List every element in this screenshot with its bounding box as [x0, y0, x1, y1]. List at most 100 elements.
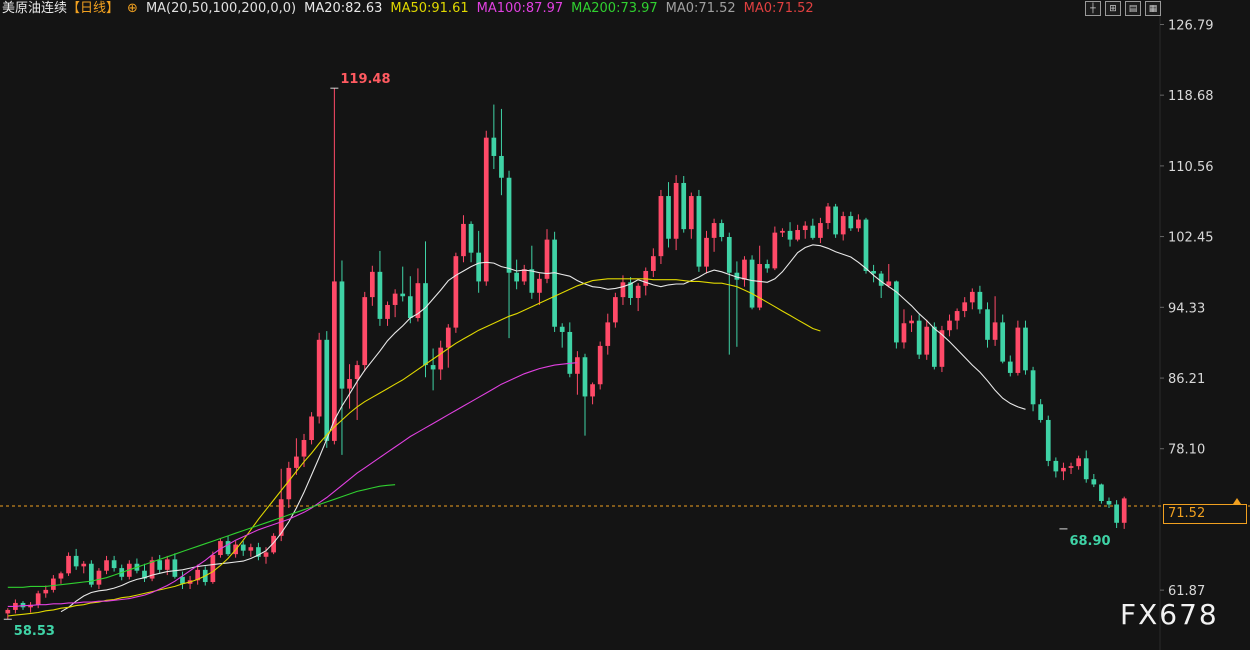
candle-body: [688, 196, 694, 230]
candle-body: [430, 365, 436, 370]
candle-body: [863, 219, 869, 271]
candle-body: [1099, 484, 1104, 502]
candle-body: [992, 322, 998, 340]
candle-body: [802, 225, 808, 231]
candle-body: [172, 559, 178, 577]
candle-body: [248, 547, 254, 551]
candle-body: [1007, 361, 1013, 373]
candle-body: [164, 559, 170, 570]
candle-body: [5, 609, 11, 614]
ma-value-20: MA20:82.63: [304, 1, 383, 16]
candle-body: [552, 239, 557, 327]
candle-body: [400, 293, 406, 297]
candle-body: [1121, 498, 1127, 523]
candle-body: [605, 322, 611, 346]
candle-body: [833, 206, 838, 235]
zoom-icon[interactable]: ⊞: [1105, 1, 1121, 16]
candle-body: [51, 578, 56, 590]
candle-body: [377, 271, 383, 319]
candle-body: [210, 555, 216, 583]
candle-body: [635, 285, 641, 298]
candle-body: [385, 304, 390, 319]
candle-body: [575, 357, 580, 374]
ma-params[interactable]: MA(20,50,100,200,0,0): [146, 1, 296, 16]
candle-body: [347, 379, 352, 389]
y-tick-label: 110.56: [1168, 160, 1214, 175]
candle-body: [1038, 404, 1044, 420]
candle-body: [909, 320, 914, 324]
candle-body: [392, 293, 398, 305]
candle-body: [324, 339, 330, 441]
candle-body: [354, 365, 360, 380]
candle-body: [1030, 370, 1036, 405]
symbol-name[interactable]: 美原油连续: [2, 1, 67, 16]
candle-body: [1083, 458, 1089, 480]
candle-body: [180, 576, 185, 584]
candle-body: [476, 252, 482, 282]
candle-body: [483, 137, 489, 282]
y-tick-label: 118.68: [1168, 89, 1214, 104]
candlestick-chart[interactable]: 126.79 118.68 110.56 102.45 94.33 86.21 78.10 6…: [0, 0, 1250, 650]
candle-body: [666, 196, 671, 239]
candle-body: [1061, 467, 1066, 472]
candle-body: [757, 264, 763, 308]
chart-header: 美原油连续【日线】 ⊕ MA(20,50,100,200,0,0) MA20:82.6…: [2, 0, 822, 18]
candle-body: [438, 347, 444, 370]
ma-value-0a: MA0:71.52: [665, 1, 736, 16]
candle-body: [772, 232, 778, 269]
candle-body: [81, 563, 87, 567]
candle-body: [499, 155, 504, 178]
candle-body: [559, 326, 565, 332]
candle-body: [1114, 504, 1119, 523]
candle-body: [985, 309, 990, 340]
candle-body: [407, 296, 413, 319]
candle-body: [369, 271, 375, 298]
candle-body: [263, 552, 269, 557]
candle-body: [742, 259, 747, 280]
candle-body: [491, 137, 497, 156]
candle-body: [423, 283, 428, 366]
candle-body: [567, 331, 573, 374]
candle-body: [514, 272, 519, 282]
candle-body: [901, 323, 907, 343]
current-price-tag: 71.52: [1163, 504, 1247, 524]
watermark: FX678: [1120, 598, 1219, 631]
candle-body: [104, 560, 109, 571]
ma-line-ma20: [60, 244, 1026, 613]
candle-body: [658, 196, 664, 257]
candle-body: [157, 560, 163, 570]
candle-body: [66, 555, 71, 574]
chart-toolbar: ┼ ⊞ ▤ ▦: [1085, 1, 1161, 16]
ma-value-50: MA50:91.61: [390, 1, 469, 16]
candle-body: [780, 230, 785, 233]
settings-icon[interactable]: ▦: [1145, 1, 1161, 16]
y-tick-label: 126.79: [1168, 18, 1214, 33]
y-tick-label: 94.33: [1168, 301, 1205, 316]
candle-body: [294, 456, 299, 468]
expand-icon[interactable]: ⊕: [127, 1, 138, 16]
candle-body: [650, 256, 656, 271]
candle-body: [590, 384, 595, 397]
candle-body: [848, 216, 854, 229]
y-tick-label: 61.87: [1168, 584, 1205, 599]
candle-body: [339, 281, 345, 389]
candle-body: [43, 589, 49, 594]
ma-value-200: MA200:73.97: [571, 1, 658, 16]
indicator-icon[interactable]: ▤: [1125, 1, 1141, 16]
crosshair-icon[interactable]: ┼: [1085, 1, 1101, 16]
candle-body: [96, 570, 102, 585]
period-label[interactable]: 【日线】: [67, 1, 119, 16]
candle-body: [924, 326, 930, 355]
candle-body: [461, 223, 466, 257]
candle-body: [1015, 327, 1021, 373]
candle-body: [613, 297, 618, 323]
candle-body: [962, 302, 968, 312]
candle-body: [521, 269, 527, 282]
candle-body: [597, 345, 603, 385]
candle-body: [726, 236, 732, 273]
candle-body: [1053, 460, 1059, 472]
candle-body: [704, 237, 709, 267]
low-price-label-left: 58.53: [14, 624, 55, 639]
candle-body: [840, 216, 846, 235]
candle-body: [947, 320, 952, 331]
